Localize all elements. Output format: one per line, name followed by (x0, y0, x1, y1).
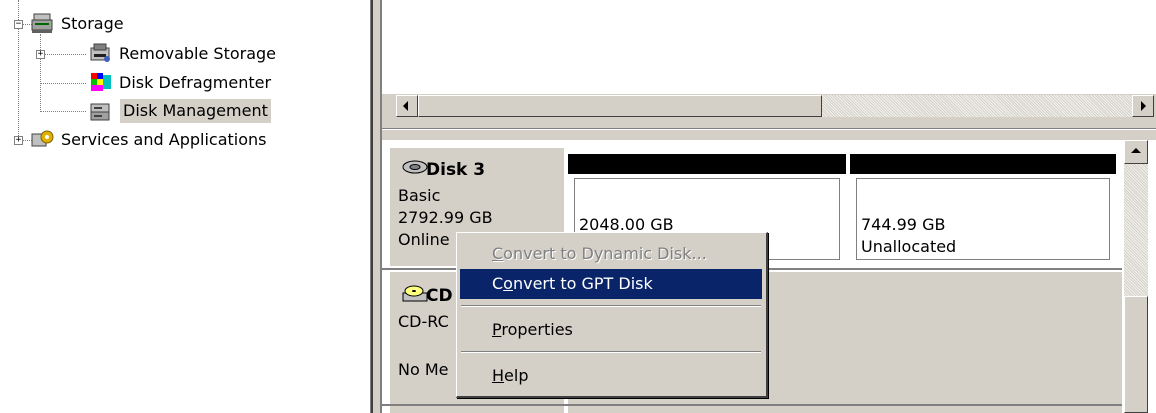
cdrom-icon (402, 285, 428, 302)
menu-separator (461, 351, 761, 353)
horizontal-scroll-thumb[interactable] (418, 95, 822, 117)
tree-item-disk-management[interactable]: Disk Management (120, 99, 271, 123)
tree-item-removable-storage[interactable]: Removable Storage (116, 42, 279, 66)
tree-item-disk-defragmenter[interactable]: Disk Defragmenter (116, 71, 274, 95)
unallocated-partition[interactable]: 744.99 GB Unallocated (856, 178, 1110, 260)
storage-icon (31, 13, 53, 33)
horizontal-scroll-track[interactable] (822, 95, 1132, 117)
removable-storage-icon (90, 43, 110, 62)
menu-accelerator: P (492, 320, 502, 339)
partition-2-header (850, 154, 1116, 174)
disk-defragmenter-icon (91, 73, 111, 91)
tree-connector (40, 34, 41, 112)
menu-accelerator: C (492, 244, 504, 263)
disk-management-icon (90, 103, 110, 121)
menu-accelerator: o (503, 274, 513, 293)
removable-storage-expander[interactable]: + (36, 50, 45, 59)
disk-3-status: Online (398, 230, 450, 249)
arrow-up-icon (1131, 148, 1141, 153)
menu-text: elp (504, 366, 529, 385)
splitter-edge (371, 0, 373, 413)
pane-splitter[interactable] (370, 0, 382, 413)
scroll-left-button[interactable] (396, 95, 418, 117)
horizontal-scrollbar[interactable] (382, 94, 1156, 118)
cdrom-status: No Me (398, 360, 449, 379)
disk-3-size: 2792.99 GB (398, 208, 493, 227)
tree-item-storage[interactable]: Storage (58, 12, 127, 36)
disk-3-type: Basic (398, 186, 441, 205)
vertical-scroll-track[interactable] (1124, 164, 1148, 296)
services-applications-expander[interactable]: + (14, 136, 23, 145)
menu-text: nvert to GPT Disk (512, 274, 653, 293)
disk-row-separator (382, 404, 1122, 406)
cdrom-title: CD (426, 286, 453, 306)
menu-item-help[interactable]: Help (460, 361, 762, 391)
tree-connector (40, 111, 86, 112)
arrow-left-icon (403, 101, 408, 111)
menu-text: roperties (501, 320, 573, 339)
scroll-up-button[interactable] (1124, 140, 1148, 164)
menu-text: C (492, 274, 504, 293)
divider-line (382, 129, 1156, 130)
storage-expander[interactable]: − (14, 20, 23, 29)
menu-item-properties[interactable]: Properties (460, 315, 762, 345)
partition-2-status: Unallocated (861, 237, 957, 256)
arrow-right-icon (1141, 101, 1146, 111)
partition-1-header (568, 154, 846, 174)
tree-connector (40, 83, 86, 84)
scroll-right-button[interactable] (1132, 95, 1154, 117)
pane-divider[interactable] (382, 118, 1156, 140)
tree-item-services-applications[interactable]: Services and Applications (58, 128, 269, 152)
hard-disk-icon (402, 160, 428, 174)
menu-text: onvert to Dynamic Disk... (503, 244, 707, 263)
context-menu[interactable]: Convert to Dynamic Disk... Convert to GP… (456, 232, 768, 398)
volume-list-pane[interactable] (382, 0, 1156, 94)
disk-3-title: Disk 3 (426, 160, 486, 180)
cdrom-type: CD-RC (398, 312, 449, 331)
menu-item-convert-to-dynamic-disk[interactable]: Convert to Dynamic Disk... (460, 239, 762, 269)
console-tree[interactable]: − Storage + Removable Storage Disk Defra… (0, 0, 370, 413)
services-applications-icon (31, 130, 54, 147)
menu-item-convert-to-gpt-disk[interactable]: Convert to GPT Disk (460, 269, 762, 299)
menu-separator (461, 305, 761, 307)
vertical-scroll-thumb[interactable] (1124, 296, 1148, 413)
tree-connector (40, 54, 86, 55)
vertical-scrollbar[interactable] (1122, 140, 1156, 413)
menu-accelerator: H (492, 366, 505, 385)
partition-2-size: 744.99 GB (861, 215, 946, 234)
